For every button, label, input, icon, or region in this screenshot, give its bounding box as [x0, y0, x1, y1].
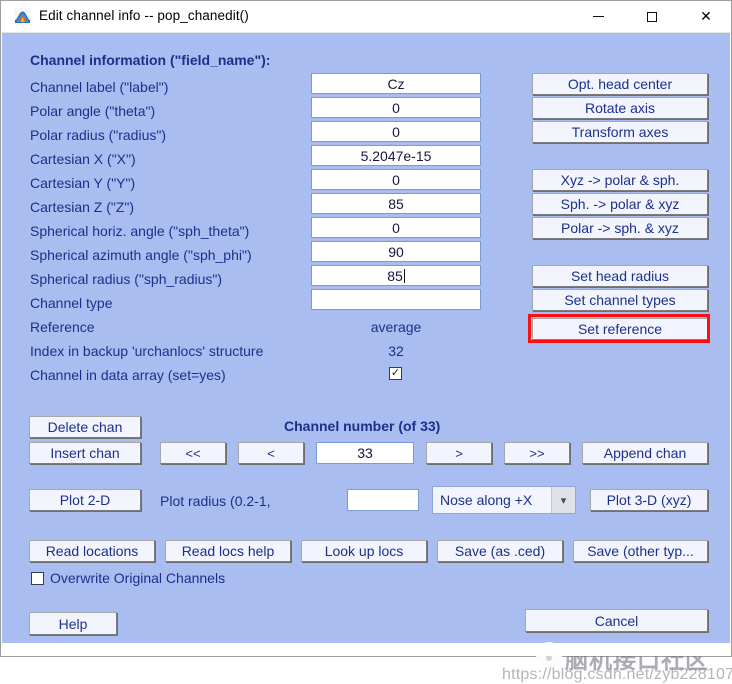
label-channel-label: Channel label ("label")	[30, 79, 169, 95]
input-cartesian-y-value: 0	[392, 171, 400, 188]
input-cartesian-x-value: 5.2047e-15	[360, 147, 432, 164]
save-as-ced-button[interactable]: Save (as .ced)	[437, 540, 563, 562]
window-title: Edit channel info -- pop_chanedit()	[39, 8, 249, 23]
append-chan-button[interactable]: Append chan	[582, 442, 708, 464]
label-sph-phi: Spherical azimuth angle ("sph_phi")	[30, 247, 252, 263]
transform-axes-button[interactable]: Transform axes	[532, 121, 708, 143]
prev-chan-button[interactable]: <	[238, 442, 304, 464]
input-cartesian-z-value: 85	[388, 195, 404, 212]
label-cartesian-z: Cartesian Z ("Z")	[30, 199, 135, 215]
label-urchanlocs-index: Index in backup 'urchanlocs' structure	[30, 343, 264, 359]
input-cartesian-x[interactable]: 5.2047e-15	[311, 145, 481, 166]
checkbox-channel-in-data[interactable]: ✓	[389, 367, 402, 380]
nose-orientation-dropdown[interactable]: Nose along +X ▾	[432, 486, 576, 514]
input-channel-type[interactable]	[311, 289, 481, 310]
minimize-button[interactable]	[575, 1, 621, 32]
value-urchanlocs-index: 32	[388, 343, 404, 359]
input-sph-theta-value: 0	[392, 219, 400, 236]
label-polar-angle: Polar angle ("theta")	[30, 103, 156, 119]
next-chan-button[interactable]: >	[426, 442, 492, 464]
read-locations-button[interactable]: Read locations	[29, 540, 155, 562]
channel-number-title: Channel number (of 33)	[284, 418, 441, 434]
nose-orientation-value: Nose along +X	[440, 492, 533, 508]
first-chan-button[interactable]: <<	[160, 442, 226, 464]
polar-to-sph-xyz-button[interactable]: Polar -> sph. & xyz	[532, 217, 708, 239]
checkbox-channel-in-data-box: ✓	[389, 367, 402, 380]
input-sph-theta[interactable]: 0	[311, 217, 481, 238]
label-cartesian-x: Cartesian X ("X")	[30, 151, 136, 167]
save-other-type-button[interactable]: Save (other typ...	[573, 540, 708, 562]
minimize-icon	[592, 16, 604, 17]
input-polar-radius-value: 0	[392, 123, 400, 140]
input-polar-angle-value: 0	[392, 99, 400, 116]
chevron-down-icon: ▾	[551, 487, 575, 513]
label-reference: Reference	[30, 319, 95, 335]
label-polar-radius: Polar radius ("radius")	[30, 127, 166, 143]
insert-chan-button[interactable]: Insert chan	[29, 442, 141, 464]
maximize-icon	[647, 11, 657, 22]
channel-number-value: 33	[357, 445, 373, 461]
set-channel-types-button[interactable]: Set channel types	[532, 289, 708, 311]
label-channel-type: Channel type	[30, 295, 113, 311]
input-channel-label-value: Cz	[387, 75, 405, 92]
rotate-axis-button[interactable]: Rotate axis	[532, 97, 708, 119]
value-reference: average	[370, 319, 422, 335]
edit-channel-info-window: Edit channel info -- pop_chanedit() ✕ Ch…	[0, 0, 732, 683]
overwrite-checkbox-label: Overwrite Original Channels	[50, 570, 226, 586]
plot-radius-input[interactable]	[347, 489, 419, 511]
set-head-radius-button[interactable]: Set head radius	[532, 265, 708, 287]
input-sph-radius-value: 85	[387, 267, 403, 284]
input-sph-radius[interactable]: 85	[311, 265, 481, 286]
delete-chan-button[interactable]: Delete chan	[29, 416, 141, 438]
watermark-url: https://blog.csdn.net/zyb228107	[502, 666, 732, 683]
title-bar: Edit channel info -- pop_chanedit() ✕	[1, 1, 731, 33]
plot-3d-button[interactable]: Plot 3-D (xyz)	[590, 489, 708, 511]
input-polar-radius[interactable]: 0	[311, 121, 481, 142]
text-caret	[403, 268, 405, 283]
label-sph-theta: Spherical horiz. angle ("sph_theta")	[30, 223, 250, 239]
overwrite-checkbox-box	[31, 571, 44, 585]
xyz-to-polar-sph-button[interactable]: Xyz -> polar & sph.	[532, 169, 708, 191]
sph-to-polar-xyz-button[interactable]: Sph. -> polar & xyz	[532, 193, 708, 215]
close-icon: ✕	[700, 8, 712, 24]
cancel-button[interactable]: Cancel	[525, 609, 708, 632]
client-area: Channel information ("field_name"): Chan…	[2, 33, 732, 683]
label-channel-in-data: Channel in data array (set=yes)	[30, 367, 226, 383]
set-reference-button[interactable]: Set reference	[532, 318, 708, 340]
matlab-membrane-icon	[14, 8, 31, 25]
label-sph-radius: Spherical radius ("sph_radius")	[30, 271, 223, 287]
plot-radius-label: Plot radius (0.2-1,	[160, 493, 271, 509]
input-polar-angle[interactable]: 0	[311, 97, 481, 118]
input-cartesian-z[interactable]: 85	[311, 193, 481, 214]
help-button[interactable]: Help	[29, 612, 117, 635]
input-sph-phi-value: 90	[388, 243, 404, 260]
maximize-button[interactable]	[629, 1, 675, 32]
channel-number-input[interactable]: 33	[316, 442, 414, 464]
overwrite-original-channels-checkbox[interactable]: Overwrite Original Channels	[31, 570, 225, 586]
opt-head-center-button[interactable]: Opt. head center	[532, 73, 708, 95]
section-header: Channel information ("field_name"):	[30, 52, 271, 68]
read-locs-help-button[interactable]: Read locs help	[165, 540, 291, 562]
window-bottom-strip	[2, 643, 730, 656]
close-button[interactable]: ✕	[683, 1, 729, 32]
input-sph-phi[interactable]: 90	[311, 241, 481, 262]
last-chan-button[interactable]: >>	[504, 442, 570, 464]
look-up-locs-button[interactable]: Look up locs	[301, 540, 427, 562]
input-cartesian-y[interactable]: 0	[311, 169, 481, 190]
input-channel-label[interactable]: Cz	[311, 73, 481, 94]
label-cartesian-y: Cartesian Y ("Y")	[30, 175, 136, 191]
plot-2d-button[interactable]: Plot 2-D	[29, 489, 141, 511]
